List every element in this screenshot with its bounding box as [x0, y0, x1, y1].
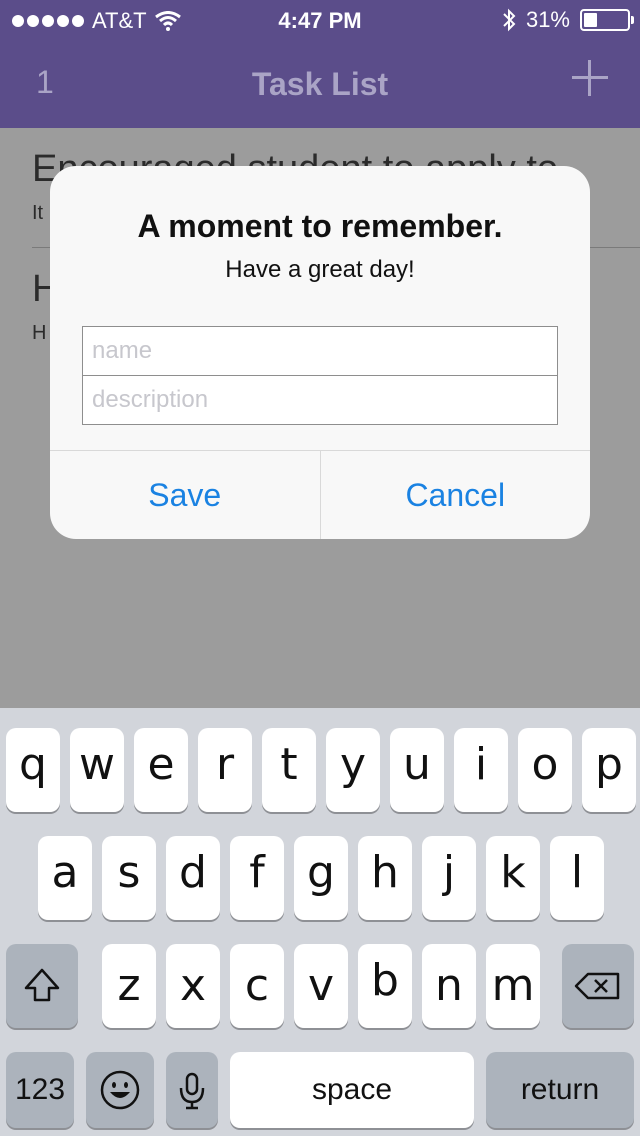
backspace-icon [574, 972, 620, 1000]
status-bar: AT&T 4:47 PM 31% [0, 0, 640, 40]
description-input[interactable] [82, 375, 558, 425]
alert-dialog: A moment to remember. Have a great day! … [50, 166, 590, 539]
space-key[interactable]: space [230, 1052, 474, 1128]
key-p[interactable]: p [582, 728, 636, 812]
alert-message: Have a great day! [225, 256, 415, 283]
key-c[interactable]: c [230, 944, 284, 1028]
microphone-icon [179, 1072, 205, 1110]
key-f[interactable]: f [230, 836, 284, 920]
keyboard: q w e r t y u i o p a s d f g h j k l z … [0, 708, 640, 1136]
navigation-bar: 1 Task List [0, 40, 640, 128]
name-input[interactable] [82, 326, 558, 376]
shift-key[interactable] [6, 944, 78, 1028]
key-e[interactable]: e [134, 728, 188, 812]
emoji-icon [100, 1070, 140, 1110]
key-m[interactable]: m [486, 944, 540, 1028]
key-d[interactable]: d [166, 836, 220, 920]
dictation-key[interactable] [166, 1052, 218, 1128]
key-z[interactable]: z [102, 944, 156, 1028]
save-button[interactable]: Save [50, 451, 321, 539]
key-l[interactable]: l [550, 836, 604, 920]
key-q[interactable]: q [6, 728, 60, 812]
delete-key[interactable] [562, 944, 634, 1028]
key-t[interactable]: t [262, 728, 316, 812]
key-v[interactable]: v [294, 944, 348, 1028]
add-task-button[interactable] [570, 58, 610, 98]
key-n[interactable]: n [422, 944, 476, 1028]
cancel-button[interactable]: Cancel [321, 451, 591, 539]
numbers-key[interactable]: 123 [6, 1052, 74, 1128]
key-s[interactable]: s [102, 836, 156, 920]
battery-percent: 31% [525, 7, 570, 32]
key-y[interactable]: y [326, 728, 380, 812]
key-g[interactable]: g [294, 836, 348, 920]
list-item-subtitle: H [32, 322, 47, 344]
key-k[interactable]: k [486, 836, 540, 920]
emoji-key[interactable] [86, 1052, 154, 1128]
alert-title: A moment to remember. [137, 208, 503, 244]
key-j[interactable]: j [422, 836, 476, 920]
key-o[interactable]: o [518, 728, 572, 812]
key-b[interactable]: b [358, 944, 412, 1028]
header: AT&T 4:47 PM 31% 1 Task List [0, 0, 640, 128]
battery-icon [580, 9, 634, 31]
bluetooth-icon [503, 8, 516, 32]
key-r[interactable]: r [198, 728, 252, 812]
page-title: Task List [251, 66, 389, 102]
key-a[interactable]: a [38, 836, 92, 920]
list-item-subtitle: It [32, 202, 44, 224]
key-x[interactable]: x [166, 944, 220, 1028]
key-w[interactable]: w [70, 728, 124, 812]
return-key[interactable]: return [486, 1052, 634, 1128]
key-i[interactable]: i [454, 728, 508, 812]
shift-icon [24, 968, 60, 1002]
key-h[interactable]: h [358, 836, 412, 920]
key-u[interactable]: u [390, 728, 444, 812]
alert-buttons: Save Cancel [50, 450, 590, 539]
